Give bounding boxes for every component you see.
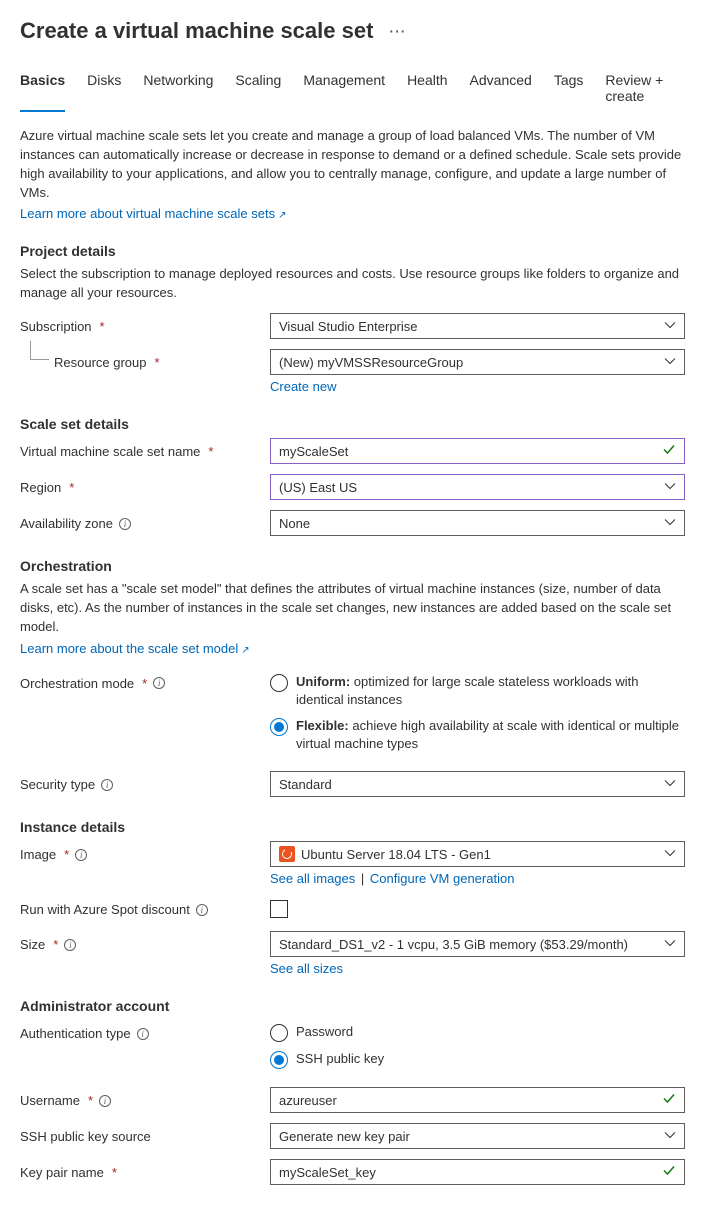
subscription-label: Subscription*: [20, 313, 270, 334]
size-label: Size* i: [20, 931, 270, 952]
tab-management[interactable]: Management: [303, 72, 385, 112]
valid-check-icon: [662, 1092, 676, 1109]
section-project-heading: Project details: [20, 243, 693, 259]
info-icon[interactable]: i: [153, 677, 165, 689]
info-icon[interactable]: i: [75, 849, 87, 861]
ssh-key-source-select[interactable]: Generate new key pair: [270, 1123, 685, 1149]
chevron-down-icon: [664, 937, 676, 952]
auth-type-label: Authentication type i: [20, 1020, 270, 1041]
ubuntu-icon: [279, 846, 295, 862]
availability-zone-select[interactable]: None: [270, 510, 685, 536]
tab-review[interactable]: Review + create: [605, 72, 693, 112]
external-link-icon: ↗: [241, 645, 249, 656]
section-project-desc: Select the subscription to manage deploy…: [20, 265, 693, 303]
resource-group-label: Resource group*: [20, 349, 270, 370]
resource-group-select[interactable]: (New) myVMSSResourceGroup: [270, 349, 685, 375]
vmss-name-input[interactable]: myScaleSet: [270, 438, 685, 464]
chevron-down-icon: [664, 319, 676, 334]
section-orchestration-heading: Orchestration: [20, 558, 693, 574]
spot-discount-checkbox[interactable]: [270, 900, 288, 918]
chevron-down-icon: [664, 777, 676, 792]
spot-discount-label: Run with Azure Spot discount i: [20, 896, 270, 917]
valid-check-icon: [662, 1164, 676, 1181]
chevron-down-icon: [664, 1129, 676, 1144]
chevron-down-icon: [664, 516, 676, 531]
tab-bar: Basics Disks Networking Scaling Manageme…: [20, 72, 693, 113]
security-type-label: Security type i: [20, 771, 270, 792]
info-icon[interactable]: i: [64, 939, 76, 951]
tab-disks[interactable]: Disks: [87, 72, 121, 112]
section-orchestration-desc: A scale set has a "scale set model" that…: [20, 580, 693, 637]
learn-more-vmss-link[interactable]: Learn more about virtual machine scale s…: [20, 206, 286, 221]
subscription-select[interactable]: Visual Studio Enterprise: [270, 313, 685, 339]
info-icon[interactable]: i: [119, 518, 131, 530]
region-label: Region*: [20, 474, 270, 495]
section-admin-heading: Administrator account: [20, 998, 693, 1014]
auth-ssh-radio[interactable]: SSH public key: [270, 1050, 685, 1069]
chevron-down-icon: [664, 480, 676, 495]
orchestration-mode-label: Orchestration mode* i: [20, 670, 270, 691]
security-type-select[interactable]: Standard: [270, 771, 685, 797]
radio-icon: [270, 1024, 288, 1042]
info-icon[interactable]: i: [99, 1095, 111, 1107]
orchestration-uniform-radio[interactable]: Uniform: optimized for large scale state…: [270, 673, 685, 709]
tab-basics[interactable]: Basics: [20, 72, 65, 112]
key-pair-name-input[interactable]: myScaleSet_key: [270, 1159, 685, 1185]
chevron-down-icon: [664, 847, 676, 862]
section-scaleset-heading: Scale set details: [20, 416, 693, 432]
size-select[interactable]: Standard_DS1_v2 - 1 vcpu, 3.5 GiB memory…: [270, 931, 685, 957]
auth-password-radio[interactable]: Password: [270, 1023, 685, 1042]
external-link-icon: ↗: [278, 210, 286, 221]
orchestration-flexible-radio[interactable]: Flexible: achieve high availability at s…: [270, 717, 685, 753]
tab-advanced[interactable]: Advanced: [470, 72, 532, 112]
image-select[interactable]: Ubuntu Server 18.04 LTS - Gen1: [270, 841, 685, 867]
username-label: Username* i: [20, 1087, 270, 1108]
tab-scaling[interactable]: Scaling: [235, 72, 281, 112]
section-instance-heading: Instance details: [20, 819, 693, 835]
availability-zone-label: Availability zone i: [20, 510, 270, 531]
intro-text: Azure virtual machine scale sets let you…: [20, 127, 693, 202]
vmss-name-label: Virtual machine scale set name*: [20, 438, 270, 459]
see-all-sizes-link[interactable]: See all sizes: [270, 961, 343, 976]
key-pair-name-label: Key pair name*: [20, 1159, 270, 1180]
chevron-down-icon: [664, 355, 676, 370]
radio-selected-icon: [270, 1051, 288, 1069]
info-icon[interactable]: i: [196, 904, 208, 916]
radio-icon: [270, 674, 288, 692]
username-input[interactable]: azureuser: [270, 1087, 685, 1113]
learn-more-model-link[interactable]: Learn more about the scale set model↗: [20, 641, 250, 656]
tab-health[interactable]: Health: [407, 72, 447, 112]
see-all-images-link[interactable]: See all images: [270, 871, 355, 886]
region-select[interactable]: (US) East US: [270, 474, 685, 500]
ssh-key-source-label: SSH public key source: [20, 1123, 270, 1144]
image-label: Image* i: [20, 841, 270, 862]
info-icon[interactable]: i: [101, 779, 113, 791]
tab-tags[interactable]: Tags: [554, 72, 584, 112]
tab-networking[interactable]: Networking: [143, 72, 213, 112]
more-icon[interactable]: ···: [389, 23, 406, 39]
valid-check-icon: [662, 443, 676, 460]
info-icon[interactable]: i: [137, 1028, 149, 1040]
page-title: Create a virtual machine scale set ···: [20, 18, 693, 44]
configure-vm-generation-link[interactable]: Configure VM generation: [370, 871, 515, 886]
create-new-rg-link[interactable]: Create new: [270, 379, 336, 394]
radio-selected-icon: [270, 718, 288, 736]
